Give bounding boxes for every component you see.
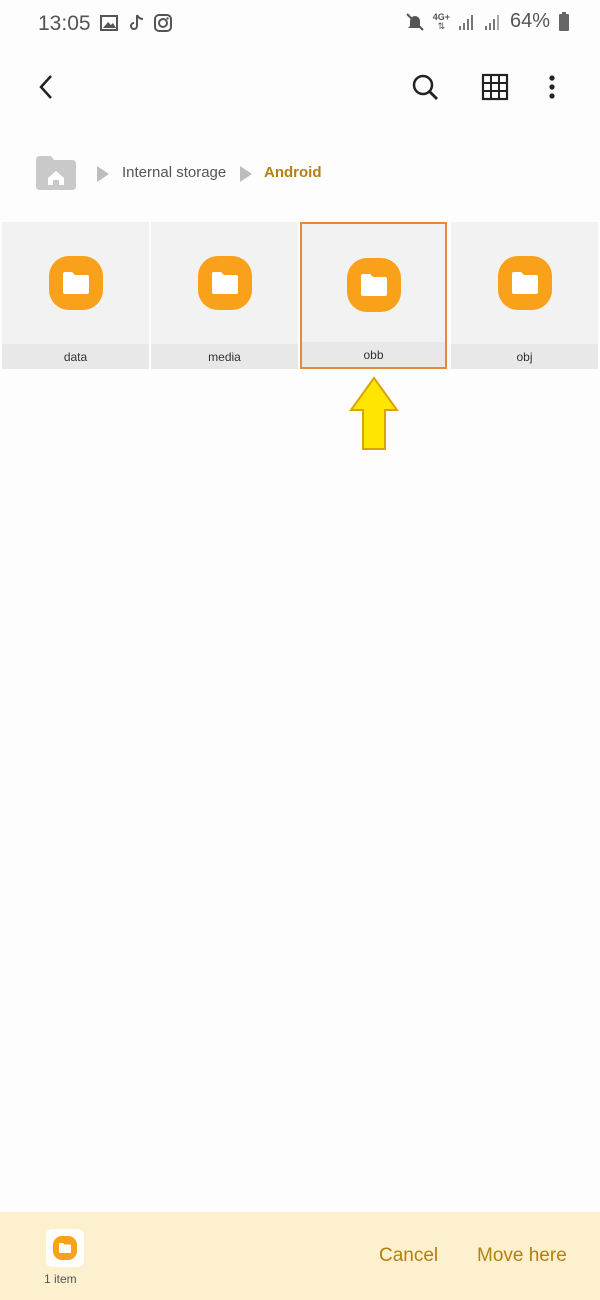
mute-icon [405, 12, 424, 31]
back-button[interactable] [22, 63, 70, 111]
folder-tile-data[interactable]: data [2, 222, 149, 369]
data-arrows-icon: ⇅ [437, 20, 446, 31]
grid-icon [481, 73, 509, 101]
folder-tile-media[interactable]: media [151, 222, 298, 369]
battery-icon [559, 11, 569, 31]
selected-item-thumbnail [46, 1229, 84, 1267]
folder-icon [53, 1236, 77, 1260]
search-button[interactable] [401, 63, 449, 111]
tiktok-icon [130, 14, 144, 30]
chevron-left-icon [39, 75, 52, 99]
cancel-button[interactable]: Cancel [379, 1245, 438, 1267]
highlight-arrow-icon [349, 376, 399, 450]
search-icon [412, 74, 438, 100]
folder-icon [48, 256, 103, 310]
more-options-button[interactable] [528, 63, 576, 111]
signal-icon [458, 14, 473, 30]
signal-icon-2 [484, 14, 499, 30]
folder-tile-obb[interactable]: obb [300, 222, 447, 369]
more-vertical-icon [549, 75, 555, 99]
folder-icon [197, 256, 252, 310]
folder-icon [346, 258, 401, 312]
folder-label: media [151, 344, 298, 369]
4g-icon: 4G+ ⇅ [433, 12, 450, 31]
folder-tile-obj[interactable]: obj [451, 222, 598, 369]
battery-percent: 64% [509, 10, 550, 32]
folder-label: obb [302, 342, 445, 367]
folder-label: data [2, 344, 149, 369]
move-here-button[interactable]: Move here [477, 1245, 567, 1267]
breadcrumb-separator [240, 166, 252, 182]
image-icon [100, 15, 118, 31]
selected-count: 1 item [44, 1272, 77, 1286]
status-time: 13:05 [38, 12, 91, 35]
home-button[interactable] [36, 156, 76, 195]
home-folder-icon [36, 156, 76, 190]
status-icons-left [100, 12, 172, 34]
breadcrumb-android[interactable]: Android [264, 164, 322, 181]
instagram-icon [154, 14, 172, 32]
folder-icon [497, 256, 552, 310]
view-toggle-button[interactable] [471, 63, 519, 111]
folder-label: obj [451, 344, 598, 369]
status-icons-right: 4G+ ⇅ 64% [405, 10, 570, 33]
breadcrumb-internal-storage[interactable]: Internal storage [122, 164, 226, 181]
breadcrumb-separator [97, 166, 109, 182]
